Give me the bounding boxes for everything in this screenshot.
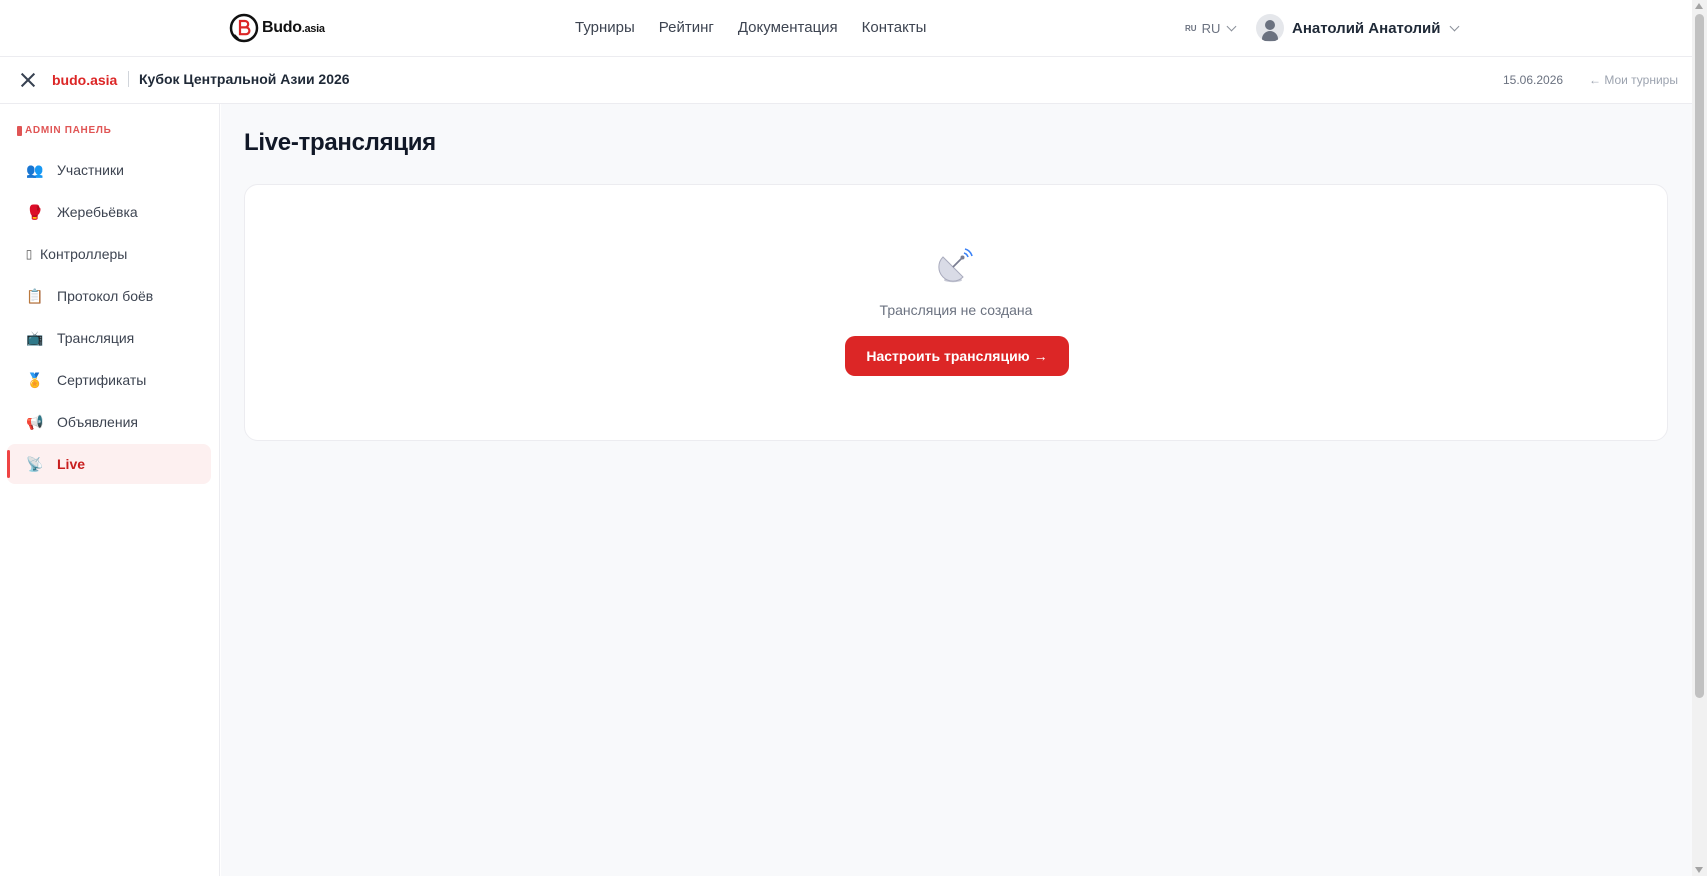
satellite-icon: 📡: [26, 456, 44, 472]
sidebar-item-broadcast[interactable]: 📺 Трансляция: [7, 318, 211, 358]
scrollbar[interactable]: [1692, 0, 1707, 876]
sidebar-item-participants[interactable]: 👥 Участники: [7, 150, 211, 190]
admin-sidebar: ADMIN ПАНЕЛЬ 👥 Участники 🥊 Жеребьёвка ▯ …: [0, 104, 220, 876]
setup-broadcast-button[interactable]: Настроить трансляцию →: [845, 336, 1069, 376]
scrollbar-thumb[interactable]: [1695, 14, 1704, 698]
panel-icon: [17, 125, 22, 136]
empty-state-text: Трансляция не создана: [879, 302, 1033, 318]
sidebar-item-label: Контроллеры: [40, 246, 128, 262]
language-selector[interactable]: RU RU: [1185, 21, 1237, 36]
close-icon[interactable]: [20, 72, 36, 88]
chevron-down-icon: [1450, 21, 1460, 31]
sidebar-item-live[interactable]: 📡 Live: [7, 444, 211, 484]
scroll-up-arrow-icon[interactable]: [1695, 3, 1703, 9]
language-flag-icon: RU: [1185, 24, 1197, 33]
nav-link-contacts[interactable]: Контакты: [862, 19, 927, 36]
empty-state-card: Трансляция не создана Настроить трансляц…: [244, 184, 1668, 441]
sidebar-menu: 👥 Участники 🥊 Жеребьёвка ▯ Контроллеры 📋…: [7, 150, 211, 486]
clipboard-icon: 📋: [26, 288, 44, 304]
main-content: Live-трансляция Трансляция не создана На…: [221, 104, 1692, 876]
nav-link-tournaments[interactable]: Турниры: [575, 19, 635, 36]
main-nav: Турниры Рейтинг Документация Контакты: [575, 19, 926, 36]
sidebar-item-certificates[interactable]: 🏅 Сертификаты: [7, 360, 211, 400]
tv-icon: 📺: [26, 330, 44, 346]
sidebar-item-label: Жеребьёвка: [57, 204, 138, 220]
nav-link-documentation[interactable]: Документация: [738, 19, 838, 36]
divider: [128, 71, 129, 87]
top-navbar: Budo.asia Турниры Рейтинг Документация К…: [0, 0, 1692, 57]
sidebar-item-label: Участники: [57, 162, 124, 178]
button-label: Настроить трансляцию: [866, 348, 1030, 364]
tournament-title: Кубок Центральной Азии 2026: [139, 71, 350, 87]
chevron-down-icon: [1226, 21, 1237, 32]
brand-link[interactable]: budo.asia: [52, 72, 117, 88]
boxing-glove-icon: 🥊: [26, 204, 44, 220]
megaphone-icon: 📢: [26, 414, 44, 430]
sidebar-item-announcements[interactable]: 📢 Объявления: [7, 402, 211, 442]
sidebar-item-label: Трансляция: [57, 330, 135, 346]
satellite-dish-icon: [938, 248, 973, 283]
logo-text: Budo.asia: [262, 19, 325, 36]
tournament-date: 15.06.2026: [1503, 73, 1564, 87]
my-tournaments-link[interactable]: ← Мои турниры: [1589, 73, 1678, 87]
user-name: Анатолий Анатолий: [1292, 19, 1441, 37]
sidebar-item-controllers[interactable]: ▯ Контроллеры: [7, 234, 211, 274]
tournament-bar: budo.asia Кубок Центральной Азии 2026 15…: [0, 57, 1692, 104]
budo-logo-icon: [229, 13, 259, 43]
sidebar-section-label: ADMIN ПАНЕЛЬ: [17, 125, 111, 136]
people-icon: 👥: [26, 162, 44, 178]
remote-control-icon: ▯: [25, 247, 33, 261]
nav-link-rating[interactable]: Рейтинг: [659, 19, 714, 36]
sidebar-item-fight-protocol[interactable]: 📋 Протокол боёв: [7, 276, 211, 316]
sidebar-item-label: Сертификаты: [57, 372, 147, 388]
language-label: RU: [1201, 21, 1221, 36]
user-menu[interactable]: Анатолий Анатолий: [1256, 14, 1460, 42]
sidebar-item-draw[interactable]: 🥊 Жеребьёвка: [7, 192, 211, 232]
sidebar-item-label: Объявления: [57, 414, 138, 430]
sidebar-item-label: Live: [57, 456, 86, 472]
scroll-down-arrow-icon[interactable]: [1695, 867, 1703, 873]
sidebar-item-label: Протокол боёв: [57, 288, 154, 304]
arrow-right-icon: →: [1033, 348, 1048, 364]
page-title: Live-трансляция: [244, 129, 436, 156]
medal-icon: 🏅: [26, 372, 44, 388]
site-logo[interactable]: Budo.asia: [229, 13, 325, 43]
avatar: [1256, 14, 1284, 42]
